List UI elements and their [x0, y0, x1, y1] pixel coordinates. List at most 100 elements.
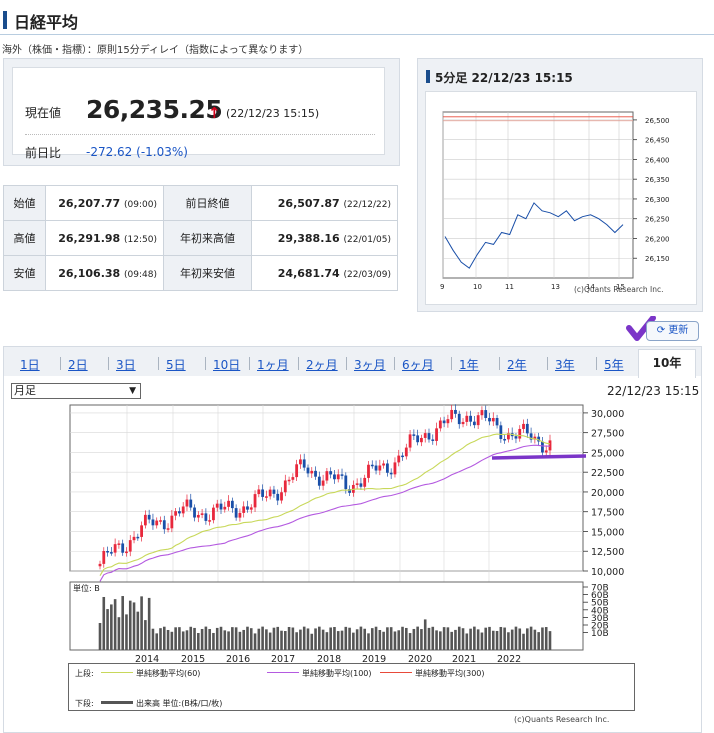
current-price: 26,235.25 [86, 95, 223, 124]
value-time: (09:00) [124, 199, 157, 210]
price-panel: 現在値 26,235.25 ↑ (22/12/23 15:15) 前日比 -27… [3, 58, 400, 166]
copyright: (c)Quants Research Inc. [574, 285, 663, 294]
price-card: 現在値 26,235.25 ↑ (22/12/23 15:15) 前日比 -27… [12, 67, 385, 160]
value-time: (22/03/09) [343, 269, 391, 280]
x-tick-label: 11 [505, 283, 514, 291]
refresh-label: 更新 [668, 325, 689, 336]
period-tabs: 1日 2日 3日 5日 10日 1ヶ月 2ヶ月 3ヶ月 6ヶ月 1年 2年 3年 5年 10年 [3, 346, 702, 378]
legend-ma60: 単純移動平均(60) [136, 669, 201, 678]
row-label: 年初来安値 [163, 255, 252, 291]
row-label: 年初来高値 [163, 220, 252, 256]
five-minute-title: 5分足 22/12/23 15:15 [435, 71, 573, 85]
y-tick-label: 26,200 [645, 235, 670, 243]
row-label: 前日終値 [163, 185, 252, 221]
y-tick-label: 26,250 [645, 216, 670, 224]
value-text: 29,388.16 [277, 231, 340, 245]
tab-divider [158, 357, 159, 370]
row-label: 安値 [3, 255, 46, 291]
x-tick-label: 13 [551, 283, 560, 291]
x-tick-label: 9 [440, 283, 444, 291]
value-time: (12:50) [124, 234, 157, 245]
row-label: 高値 [3, 220, 46, 256]
legend-ma300: 単純移動平均(300) [415, 669, 485, 678]
period-select[interactable]: 月足 ▼ [11, 383, 141, 399]
value-text: 26,106.38 [58, 266, 121, 280]
value-text: 26,291.98 [58, 231, 121, 245]
legend-swatch [101, 701, 133, 704]
tab-10[interactable]: 2年 [507, 356, 527, 373]
tab-divider [394, 357, 395, 370]
tab-divider [298, 357, 299, 370]
delay-note: 海外（株価・指標）：原則15分ディレイ（指数によって異なります） [2, 45, 309, 56]
legend-swatch [267, 672, 299, 673]
x-tick-label: 10 [473, 283, 482, 291]
ohlc-table: 始値 26,207.77 (09:00) 前日終値 26,507.87 (22/… [3, 185, 398, 291]
refresh-button[interactable]: ⟳ 更新 [646, 321, 699, 341]
legend-upper-label: 上段: [75, 669, 94, 678]
value-text: 26,207.77 [58, 196, 121, 210]
divider [25, 134, 375, 135]
table-row: 始値 26,207.77 (09:00) 前日終値 26,507.87 (22/… [3, 185, 398, 221]
tab-divider [346, 357, 347, 370]
tab-8[interactable]: 6ヶ月 [402, 356, 434, 373]
y-tick-label: 26,450 [645, 137, 670, 145]
y-tick-label: 26,500 [645, 117, 670, 125]
tab-divider [249, 357, 250, 370]
price-change: -272.62 (-1.03%) [86, 145, 188, 159]
tab-divider [205, 357, 206, 370]
tab-2[interactable]: 3日 [116, 356, 136, 373]
table-row: 高値 26,291.98 (12:50) 年初来高値 29,388.16 (22… [3, 220, 398, 256]
legend-swatch [101, 672, 133, 673]
refresh-icon: ⟳ [656, 325, 666, 336]
page-header: 日経平均 [0, 5, 714, 35]
legend-volume: 出来高 単位:(B株/口/枚) [136, 699, 223, 708]
row-label: 始値 [3, 185, 46, 221]
y-tick-label: 26,300 [645, 196, 670, 204]
tab-1[interactable]: 2日 [68, 356, 88, 373]
current-price-label: 現在値 [25, 106, 62, 120]
title-accent [426, 70, 430, 83]
tab-9[interactable]: 1年 [459, 356, 479, 373]
tab-0[interactable]: 1日 [20, 356, 40, 373]
tab-divider [547, 357, 548, 370]
row-value: 26,106.38 (09:48) [45, 255, 164, 291]
y-tick-label: 26,150 [645, 255, 670, 263]
tab-7[interactable]: 3ヶ月 [354, 356, 386, 373]
page-title: 日経平均 [14, 13, 79, 32]
tab-11[interactable]: 3年 [555, 356, 575, 373]
tab-divider [596, 357, 597, 370]
tab-divider [451, 357, 452, 370]
row-value: 24,681.74 (22/03/09) [251, 255, 398, 291]
legend-ma100: 単純移動平均(100) [302, 669, 372, 678]
tab-6[interactable]: 2ヶ月 [306, 356, 338, 373]
select-value: 月足 [14, 384, 36, 397]
tab-divider [60, 357, 61, 370]
five-minute-panel: 5分足 22/12/23 15:15 26,500 26,450 26,400 26,… [417, 58, 703, 312]
tab-4[interactable]: 10日 [213, 356, 240, 373]
five-minute-chart-area: 26,500 26,450 26,400 26,350 26,300 26,250 26,2… [425, 91, 697, 305]
change-label: 前日比 [25, 146, 62, 160]
value-time: (22/12/22) [343, 199, 391, 210]
chart-timestamp: 22/12/23 15:15 [607, 384, 700, 398]
tab-12[interactable]: 5年 [604, 356, 624, 373]
value-time: (22/01/05) [343, 234, 391, 245]
title-accent [3, 11, 7, 29]
tab-5[interactable]: 1ヶ月 [257, 356, 289, 373]
tab-active[interactable]: 10年 [638, 349, 696, 378]
price-time: (22/12/23 15:15) [226, 107, 320, 120]
five-minute-chart: 26,500 26,450 26,400 26,350 26,300 26,250 26,2… [440, 111, 670, 294]
value-text: 26,507.87 [277, 196, 340, 210]
row-value: 26,507.87 (22/12/22) [251, 185, 398, 221]
legend-swatch [380, 672, 412, 673]
tab-divider [108, 357, 109, 370]
chart-legend: 上段: 単純移動平均(60) 単純移動平均(100) 単純移動平均(300) 下… [68, 663, 635, 711]
tab-3[interactable]: 5日 [166, 356, 186, 373]
tab-divider [499, 357, 500, 370]
plot-frame [442, 111, 634, 279]
y-tick-label: 26,400 [645, 156, 670, 164]
value-text: 24,681.74 [277, 266, 340, 280]
up-arrow-icon: ↑ [208, 104, 221, 122]
row-value: 26,291.98 (12:50) [45, 220, 164, 256]
row-value: 26,207.77 (09:00) [45, 185, 164, 221]
chevron-down-icon: ▼ [129, 386, 136, 396]
